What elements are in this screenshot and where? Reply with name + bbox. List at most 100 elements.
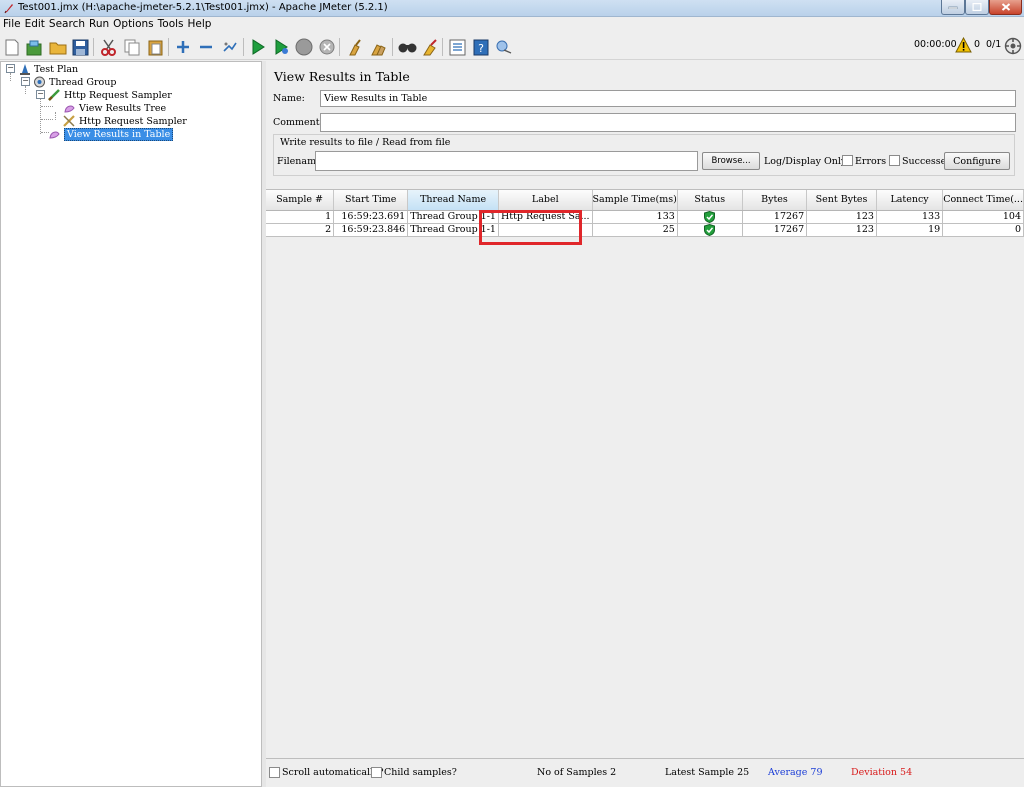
- function-helper-button[interactable]: [447, 37, 467, 57]
- expand-all-button[interactable]: [173, 37, 193, 57]
- cell-bytes: 17267: [742, 210, 808, 224]
- comments-field[interactable]: [320, 113, 1016, 132]
- maximize-button[interactable]: [965, 0, 989, 15]
- copy-button[interactable]: [122, 37, 142, 57]
- cut-button[interactable]: [98, 37, 118, 57]
- new-button[interactable]: [2, 37, 22, 57]
- errors-checkbox[interactable]: [842, 155, 853, 166]
- child-samples-checkbox[interactable]: [371, 767, 382, 778]
- templates-button[interactable]: [24, 37, 44, 57]
- reset-search-button[interactable]: [420, 37, 440, 57]
- filename-field[interactable]: [315, 151, 698, 171]
- clear-button[interactable]: [344, 37, 364, 57]
- listener-icon: [48, 128, 61, 140]
- scroll-automatically-checkbox[interactable]: [269, 767, 280, 778]
- column-header-label[interactable]: Label: [498, 190, 593, 211]
- tree-node-label: Http Request Sampler: [64, 89, 172, 101]
- help-button[interactable]: ?: [471, 37, 491, 57]
- help-icon: ?: [473, 39, 489, 55]
- start-no-pauses-button[interactable]: [271, 37, 291, 57]
- toggle-button[interactable]: [220, 37, 240, 57]
- browse-button[interactable]: Browse...: [702, 152, 760, 170]
- cell-latency: 19: [876, 223, 944, 237]
- paste-icon: [148, 40, 162, 55]
- tree-node-label: View Results in Table: [64, 127, 174, 141]
- menu-help[interactable]: Help: [186, 17, 214, 30]
- test-plan-icon: [18, 63, 31, 75]
- collapse-all-button[interactable]: [196, 37, 216, 57]
- tree-node-view-results-in-table[interactable]: View Results in Table: [48, 127, 174, 141]
- samples-count: No of Samples 2: [537, 767, 616, 778]
- successes-checkbox[interactable]: [889, 155, 900, 166]
- jmeter-feather-icon: [4, 4, 13, 14]
- latest-sample: Latest Sample 25: [665, 767, 749, 778]
- results-table-area: Sample # Start Time Thread Name Label Sa…: [266, 189, 1024, 758]
- tree-node-http-request-sampler[interactable]: Http Request Sampler: [48, 89, 172, 101]
- listener-icon: [63, 102, 76, 114]
- cell-start-time: 16:59:23.846: [333, 223, 409, 237]
- close-button[interactable]: [989, 0, 1022, 15]
- cell-sample-time: 133: [592, 210, 678, 224]
- success-shield-icon: [704, 210, 716, 222]
- configure-button[interactable]: Configure: [944, 152, 1010, 170]
- search-icon: [398, 43, 416, 53]
- stop-button[interactable]: [294, 37, 314, 57]
- remote-engines-icon[interactable]: [1004, 37, 1022, 55]
- tree-node-label: View Results Tree: [79, 102, 167, 114]
- menu-run[interactable]: Run: [87, 17, 111, 30]
- column-header-latency[interactable]: Latency: [876, 190, 944, 211]
- column-header-bytes[interactable]: Bytes: [742, 190, 808, 211]
- menu-search[interactable]: Search: [47, 17, 87, 30]
- deviation-value: 54: [900, 767, 913, 778]
- tree-node-thread-group[interactable]: Thread Group: [33, 76, 116, 88]
- svg-text:?: ?: [478, 42, 484, 55]
- column-header-sample-number[interactable]: Sample #: [266, 190, 335, 211]
- paste-button[interactable]: [145, 37, 165, 57]
- start-button[interactable]: [248, 37, 268, 57]
- tree-node-disabled-sampler[interactable]: Http Request Sampler: [63, 115, 187, 127]
- column-header-sample-time[interactable]: Sample Time(ms): [592, 190, 678, 211]
- warning-icon[interactable]: [955, 37, 972, 53]
- tree-node-view-results-tree[interactable]: View Results Tree: [63, 102, 166, 114]
- tree-node-label: Thread Group: [49, 76, 117, 88]
- menu-bar: File Edit Search Run Options Tools Help: [0, 17, 1024, 34]
- column-header-start-time[interactable]: Start Time: [333, 190, 409, 211]
- search-button[interactable]: [397, 37, 417, 57]
- save-button[interactable]: [70, 37, 90, 57]
- samples-value: 2: [610, 767, 617, 778]
- clear-icon: [348, 38, 361, 55]
- tree-toggle-thread-group[interactable]: −: [21, 77, 30, 86]
- menu-tools[interactable]: Tools: [156, 17, 186, 30]
- table-row[interactable]: 2 16:59:23.846 Thread Group 1-1 25 17267…: [266, 223, 1024, 237]
- new-icon: [5, 39, 19, 55]
- latest-value: 25: [737, 767, 750, 778]
- remote-start-button[interactable]: [494, 37, 514, 57]
- column-header-thread-name[interactable]: Thread Name: [407, 190, 499, 211]
- column-header-status[interactable]: Status: [677, 190, 743, 211]
- clear-all-button[interactable]: [368, 37, 388, 57]
- templates-icon: [26, 40, 42, 55]
- panel-title: View Results in Table: [274, 69, 410, 84]
- table-row[interactable]: 1 16:59:23.691 Thread Group 1-1 Http Req…: [266, 210, 1024, 224]
- cell-sent-bytes: 123: [806, 210, 877, 224]
- close-icon: [1001, 3, 1010, 11]
- child-samples-label: Child samples?: [384, 767, 457, 778]
- tree-toggle-test-plan[interactable]: −: [6, 64, 15, 73]
- minimize-button[interactable]: [941, 0, 965, 15]
- menu-options[interactable]: Options: [111, 17, 156, 30]
- latest-label: Latest Sample: [665, 767, 735, 778]
- menu-file[interactable]: File: [0, 17, 23, 30]
- shutdown-button[interactable]: [317, 37, 337, 57]
- column-header-connect-time[interactable]: Connect Time(...: [942, 190, 1024, 211]
- column-header-sent-bytes[interactable]: Sent Bytes: [806, 190, 877, 211]
- maximize-icon: [972, 3, 982, 11]
- menu-edit[interactable]: Edit: [23, 17, 47, 30]
- tree-toggle-http-request[interactable]: −: [36, 90, 45, 99]
- cell-connect-time: 0: [942, 223, 1024, 237]
- open-button[interactable]: [48, 37, 68, 57]
- name-field[interactable]: View Results in Table: [320, 90, 1016, 107]
- toggle-icon: [223, 42, 237, 52]
- tree-node-test-plan[interactable]: Test Plan: [18, 63, 78, 75]
- reset-search-icon: [423, 38, 437, 55]
- window-titlebar: Test001.jmx (H:\apache-jmeter-5.2.1\Test…: [0, 0, 1024, 17]
